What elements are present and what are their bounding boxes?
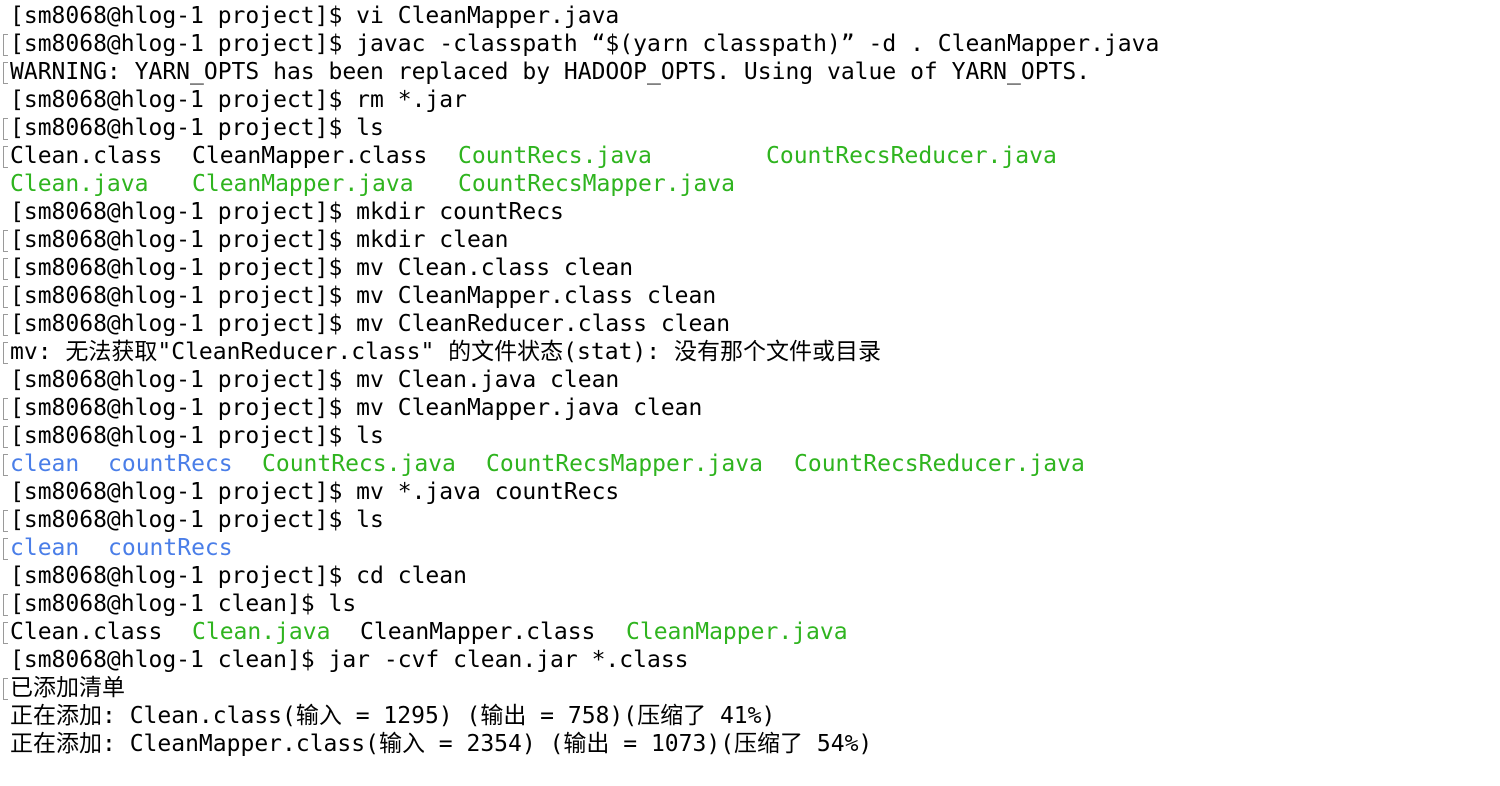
terminal-line: 正在添加: CleanMapper.class(输入 = 2354) (输出 =…: [10, 731, 873, 757]
ls-entry: Clean.java: [192, 619, 331, 645]
ls-output-row: Clean.java CleanMapper.java CountRecsMap…: [0, 170, 1500, 198]
ls-entry: CountRecs.java: [458, 143, 652, 169]
ls-entry: CleanMapper.class: [192, 143, 428, 169]
terminal-line: [sm8068@hlog-1 project]$ ls: [0, 506, 1500, 534]
ls-entry: Clean.class: [10, 619, 163, 645]
terminal-window[interactable]: [sm8068@hlog-1 project]$ vi CleanMapper.…: [0, 2, 1500, 758]
ls-entry: CleanMapper.java: [192, 171, 414, 197]
terminal-line: [sm8068@hlog-1 project]$ cd clean: [10, 563, 467, 589]
terminal-line: [sm8068@hlog-1 project]$ mv *.java count…: [10, 479, 620, 505]
ls-entry: Clean.class: [10, 143, 163, 169]
terminal-line: [sm8068@hlog-1 project]$ mkdir clean: [0, 226, 1500, 254]
terminal-line: [sm8068@hlog-1 project]$ vi CleanMapper.…: [10, 3, 620, 29]
error-message: mv: 无法获取"CleanReducer.class" 的文件状态(stat)…: [0, 338, 1500, 366]
terminal-line: WARNING: YARN_OPTS has been replaced by …: [0, 58, 1500, 86]
terminal-line: [sm8068@hlog-1 project]$ mkdir countRecs: [10, 199, 564, 225]
ls-output-row: Clean.class Clean.java CleanMapper.class…: [0, 618, 1500, 646]
terminal-line: [sm8068@hlog-1 project]$ javac -classpat…: [0, 30, 1500, 58]
terminal-line: [sm8068@hlog-1 clean]$ jar -cvf clean.ja…: [10, 647, 689, 673]
terminal-line: [sm8068@hlog-1 clean]$ ls: [0, 590, 1500, 618]
terminal-line: [sm8068@hlog-1 project]$ mv Clean.java c…: [10, 367, 620, 393]
ls-entry: clean: [10, 451, 80, 477]
ls-output-row: clean countRecs CountRecs.java CountRecs…: [0, 450, 1500, 478]
ls-entry: countRecs: [108, 535, 233, 561]
ls-entry: CountRecs.java: [262, 451, 456, 477]
ls-entry: CleanMapper.java: [626, 619, 848, 645]
ls-entry: clean: [10, 535, 80, 561]
terminal-line: [sm8068@hlog-1 project]$ ls: [0, 422, 1500, 450]
ls-entry: CountRecsMapper.java: [458, 171, 735, 197]
terminal-line: [sm8068@hlog-1 project]$ ls: [0, 114, 1500, 142]
terminal-line: [sm8068@hlog-1 project]$ mv CleanReducer…: [0, 310, 1500, 338]
ls-entry: Clean.java: [10, 171, 149, 197]
ls-entry: countRecs: [108, 451, 233, 477]
terminal-output: [sm8068@hlog-1 project]$ vi CleanMapper.…: [0, 2, 1500, 758]
terminal-line: [sm8068@hlog-1 project]$ mv Clean.class …: [0, 254, 1500, 282]
ls-entry: CountRecsReducer.java: [794, 451, 1085, 477]
ls-entry: CountRecsReducer.java: [766, 143, 1057, 169]
ls-entry: CountRecsMapper.java: [486, 451, 763, 477]
terminal-line: [sm8068@hlog-1 project]$ mv CleanMapper.…: [0, 282, 1500, 310]
terminal-line: 已添加清单: [0, 674, 1500, 702]
ls-output-row: clean countRecs: [0, 534, 1500, 562]
ls-entry: CleanMapper.class: [360, 619, 596, 645]
ls-output-row: Clean.class CleanMapper.class CountRecs.…: [0, 142, 1500, 170]
terminal-line: [sm8068@hlog-1 project]$ mv CleanMapper.…: [0, 394, 1500, 422]
terminal-line: 正在添加: Clean.class(输入 = 1295) (输出 = 758)(…: [10, 703, 776, 729]
terminal-line: [sm8068@hlog-1 project]$ rm *.jar: [10, 87, 467, 113]
